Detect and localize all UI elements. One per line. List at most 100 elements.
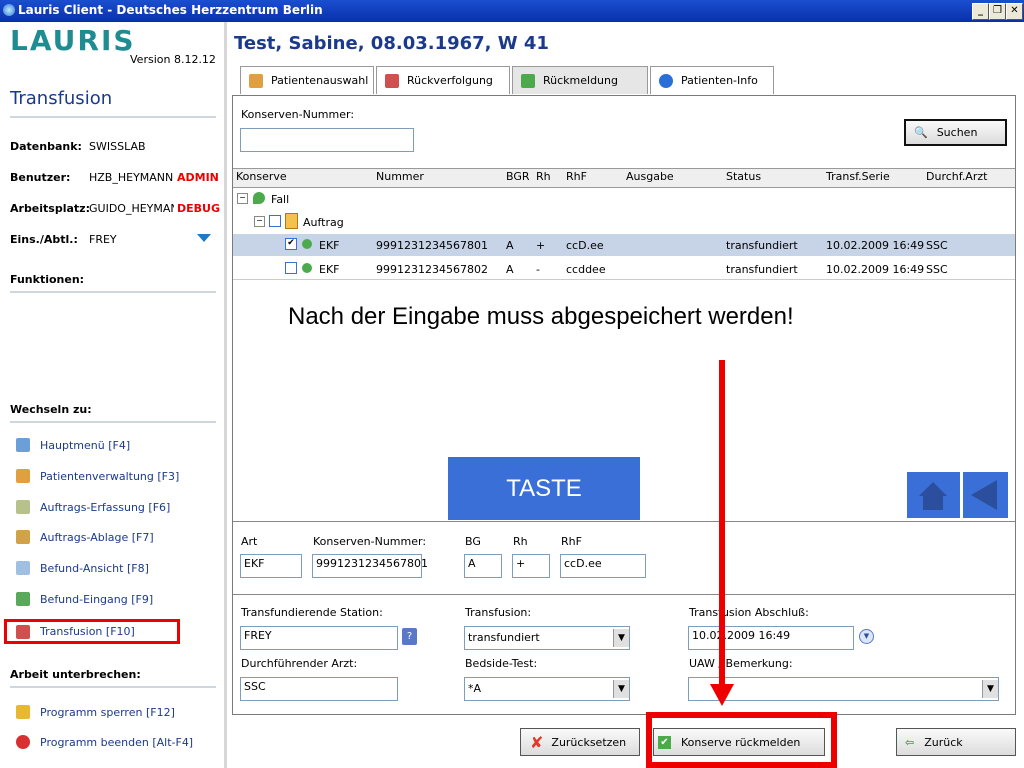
col-konserve[interactable]: Konserve xyxy=(236,170,287,183)
col-bgr[interactable]: BGR xyxy=(506,170,530,183)
back-arrow-icon xyxy=(971,480,997,510)
tree-fall[interactable]: Fall xyxy=(271,193,289,206)
user-label: Benutzer: xyxy=(10,171,71,184)
col-durchf-arzt[interactable]: Durchf.Arzt xyxy=(926,170,987,183)
cell-transf-serie: 10.02.2009 16:49 xyxy=(826,263,925,276)
tab-rueckmeldung[interactable]: Rückmeldung xyxy=(512,66,648,94)
auftrag-checkbox[interactable] xyxy=(269,215,281,227)
collapse-toggle[interactable]: − xyxy=(237,193,248,204)
uaw-select[interactable]: ▼ xyxy=(688,677,999,701)
tab-patienten-info[interactable]: Patienten-Info xyxy=(650,66,774,94)
annotation-arrow-head-icon xyxy=(710,684,734,706)
col-rhf[interactable]: RhF xyxy=(566,170,587,183)
department-value: FREY xyxy=(89,233,117,246)
rh-field[interactable]: + xyxy=(512,554,550,578)
tree-auftrag[interactable]: Auftrag xyxy=(303,216,344,229)
col-rh[interactable]: Rh xyxy=(536,170,551,183)
search-icon: 🔍 xyxy=(914,126,928,139)
cell-status: transfundiert xyxy=(726,239,798,252)
nav-patientenverwaltung[interactable]: Patientenverwaltung [F3] xyxy=(16,465,179,487)
cell-nummer: 9991231234567802 xyxy=(376,263,488,276)
station-label: Transfundierende Station: xyxy=(241,606,383,619)
nav-auftrags-ablage[interactable]: Auftrags-Ablage [F7] xyxy=(16,526,154,548)
nav-auftrags-erfassung[interactable]: Auftrags-Erfassung [F6] xyxy=(16,496,170,518)
divider xyxy=(10,421,216,423)
konserve-rueckmelden-button[interactable]: ✔ Konserve rückmelden xyxy=(653,728,825,756)
tab-rueckverfolgung[interactable]: Rückverfolgung xyxy=(376,66,510,94)
home-nav-button[interactable] xyxy=(907,472,960,518)
divider xyxy=(10,291,216,293)
cell-bgr: A xyxy=(506,263,514,276)
transfusion-label: Transfusion: xyxy=(465,606,532,619)
col-nummer[interactable]: Nummer xyxy=(376,170,424,183)
cell-konserve: EKF xyxy=(319,263,340,276)
patient-icon xyxy=(16,469,30,483)
search-button[interactable]: 🔍 Suchen xyxy=(904,119,1007,146)
station-field[interactable]: FREY xyxy=(240,626,398,650)
cell-status: transfundiert xyxy=(726,263,798,276)
minimize-button[interactable]: _ xyxy=(972,3,989,20)
title-bar: Lauris Client - Deutsches Herzzentrum Be… xyxy=(0,0,1024,22)
art-field[interactable]: EKF xyxy=(240,554,302,578)
close-button[interactable]: ✕ xyxy=(1006,3,1023,20)
konserven-nummer-field[interactable]: 9991231234567801 xyxy=(312,554,428,578)
transfusion-select[interactable]: transfundiert ▼ xyxy=(464,626,630,650)
bedside-select[interactable]: *A ▼ xyxy=(464,677,630,701)
nav-programm-sperren[interactable]: Programm sperren [F12] xyxy=(16,701,175,723)
divider xyxy=(233,521,1015,522)
nav-hauptmenue[interactable]: Hauptmenü [F4] xyxy=(16,434,130,456)
arzt-field[interactable]: SSC xyxy=(240,677,398,701)
nav-befund-eingang[interactable]: Befund-Eingang [F9] xyxy=(16,588,153,610)
arzt-label: Durchführender Arzt: xyxy=(241,657,358,670)
version-label: Version 8.12.12 xyxy=(130,53,216,66)
transfusion-icon xyxy=(385,73,399,88)
row-checkbox[interactable] xyxy=(285,262,297,274)
divider xyxy=(233,594,1015,595)
col-status[interactable]: Status xyxy=(726,170,761,183)
reset-button[interactable]: ✘ Zurücksetzen xyxy=(520,728,640,756)
rhf-field[interactable]: ccD.ee xyxy=(560,554,646,578)
report-inbox-icon xyxy=(16,592,30,606)
report-view-icon xyxy=(16,561,30,575)
cell-nummer: 9991231234567801 xyxy=(376,239,488,252)
case-icon xyxy=(253,192,265,204)
home-icon xyxy=(919,482,947,510)
order-icon xyxy=(285,213,298,229)
col-transf-serie[interactable]: Transf.Serie xyxy=(826,170,890,183)
cell-arzt: SSC xyxy=(926,263,948,276)
info-icon xyxy=(659,73,673,88)
rhf-label: RhF xyxy=(561,535,582,548)
collapse-toggle[interactable]: − xyxy=(254,216,265,227)
database-value: SWISSLAB xyxy=(89,140,146,153)
search-label: Konserven-Nummer: xyxy=(241,108,355,121)
section-title: Transfusion xyxy=(10,88,113,109)
status-dot-icon xyxy=(302,239,312,249)
chevron-down-icon: ▼ xyxy=(613,680,629,698)
annotation-arrow-shaft xyxy=(719,360,725,686)
nav-transfusion[interactable]: Transfusion [F10] xyxy=(4,619,180,644)
back-nav-button[interactable] xyxy=(963,472,1008,518)
checkmark-icon xyxy=(521,73,535,88)
nav-befund-ansicht[interactable]: Befund-Ansicht [F8] xyxy=(16,557,149,579)
database-label: Datenbank: xyxy=(10,140,82,153)
row-checkbox[interactable]: ✔ xyxy=(285,238,297,250)
tab-patientenauswahl[interactable]: Patientenauswahl xyxy=(240,66,374,94)
art-label: Art xyxy=(241,535,258,548)
restore-button[interactable]: ❐ xyxy=(989,3,1006,20)
cell-konserve: EKF xyxy=(319,239,340,252)
bg-field[interactable]: A xyxy=(464,554,502,578)
nav-programm-beenden[interactable]: Programm beenden [Alt-F4] xyxy=(16,731,193,753)
calendar-dropdown-icon[interactable]: ▼ xyxy=(859,629,874,644)
help-icon[interactable]: ? xyxy=(402,628,417,645)
interrupt-heading: Arbeit unterbrechen: xyxy=(10,668,141,681)
col-ausgabe[interactable]: Ausgabe xyxy=(626,170,674,183)
department-dropdown-icon[interactable] xyxy=(197,234,211,242)
back-button[interactable]: ⇦ Zurück xyxy=(896,728,1016,756)
rh-label: Rh xyxy=(513,535,528,548)
reset-x-icon: ✘ xyxy=(530,732,544,752)
back-arrow-icon: ⇦ xyxy=(905,735,915,749)
abschluss-field[interactable]: 10.02.2009 16:49 xyxy=(688,626,854,650)
sidebar xyxy=(0,22,227,768)
admin-flag: ADMIN xyxy=(177,171,219,184)
konserven-nummer-input[interactable] xyxy=(240,128,414,152)
